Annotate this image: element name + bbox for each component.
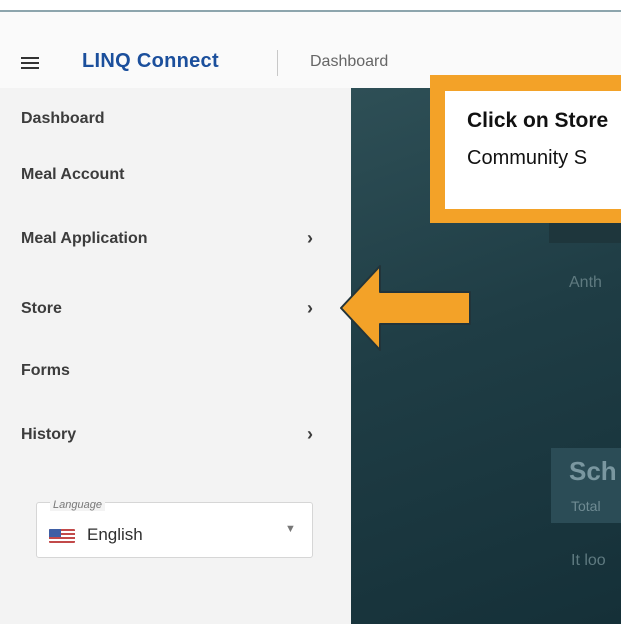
sidebar: Dashboard Meal Account Meal Application … — [0, 88, 351, 624]
hamburger-icon[interactable] — [21, 56, 39, 70]
sidebar-item-label: Store — [21, 300, 62, 317]
language-label: Language — [50, 499, 105, 511]
callout-panel: Click on Store Community S — [445, 91, 621, 209]
sidebar-item-forms[interactable]: Forms — [0, 348, 351, 394]
content-text: It loo — [571, 552, 606, 569]
sidebar-item-label: Meal Application — [21, 230, 148, 247]
sidebar-item-label: History — [21, 426, 77, 443]
sidebar-item-history[interactable]: History › — [0, 412, 351, 458]
school-card-subtitle: Total — [571, 498, 601, 514]
pointer-arrow-icon — [340, 265, 471, 351]
callout-text: Community S — [467, 147, 588, 169]
sidebar-item-label: Forms — [21, 362, 70, 379]
sidebar-item-meal-account[interactable]: Meal Account — [0, 152, 351, 198]
sidebar-item-label: Meal Account — [21, 166, 125, 183]
instruction-callout: Click on Store Community S — [430, 75, 621, 223]
breadcrumb: Dashboard — [310, 53, 389, 70]
sidebar-item-meal-application[interactable]: Meal Application › — [0, 216, 351, 262]
caret-down-icon: ▼ — [285, 523, 296, 535]
chevron-right-icon: › — [307, 424, 313, 444]
callout-title: Click on Store — [467, 109, 609, 132]
header-divider — [277, 50, 278, 76]
content-text: Anth — [569, 274, 602, 291]
chevron-right-icon: › — [307, 298, 313, 318]
sidebar-item-dashboard[interactable]: Dashboard — [0, 96, 351, 142]
us-flag-icon — [49, 529, 75, 543]
brand-logo[interactable]: LINQ Connect — [82, 50, 219, 73]
chevron-right-icon: › — [307, 228, 313, 248]
sidebar-item-store[interactable]: Store › — [0, 286, 351, 332]
language-value: English — [87, 525, 143, 544]
school-card-title: Sch — [569, 456, 617, 486]
sidebar-item-label: Dashboard — [21, 110, 105, 127]
